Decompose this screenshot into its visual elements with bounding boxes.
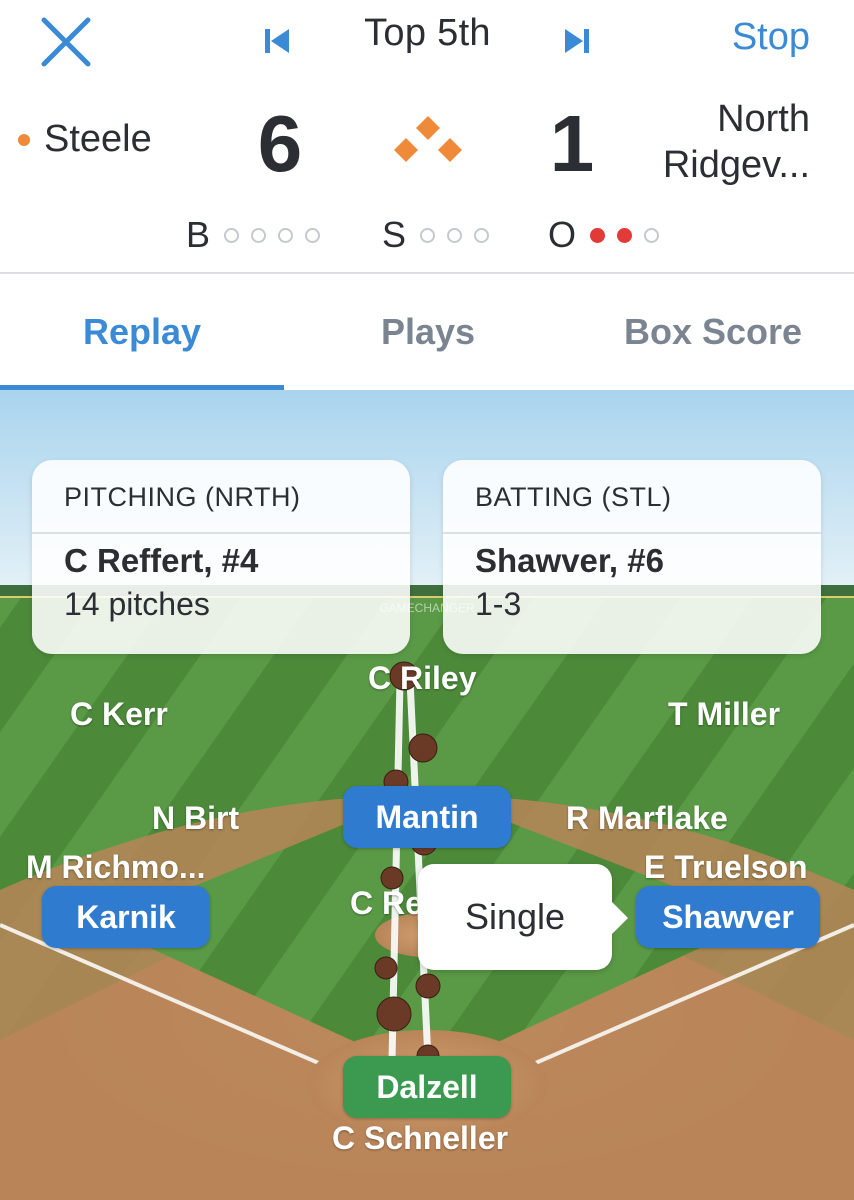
balls-label: B [186, 214, 211, 255]
previous-inning-icon[interactable] [262, 26, 292, 56]
strikes-count: S [382, 214, 495, 256]
bases-diamond-icon [394, 116, 462, 162]
fielder-pitcher: C Re [350, 885, 423, 921]
stop-button[interactable]: Stop [732, 16, 810, 59]
balls-count: B [186, 214, 326, 256]
divider [443, 532, 821, 534]
pitch-count: 14 pitches [64, 586, 210, 622]
batting-card-title: BATTING (STL) [475, 482, 672, 512]
outs-count: O [548, 214, 665, 256]
runner-third-base[interactable]: Karnik [42, 886, 210, 948]
fielder-left-field: C Kerr [70, 696, 168, 732]
ball-pip [224, 227, 240, 243]
runner-second-base[interactable]: Mantin [343, 786, 511, 848]
fielder-first-base: E Truelson [644, 849, 808, 885]
out-pip [617, 227, 633, 243]
close-icon[interactable] [38, 14, 94, 70]
batting-indicator-dot [18, 133, 30, 146]
scoreboard-header: Top 5th Stop Steele 6 1 North Ridgev... … [0, 0, 854, 274]
fielder-third-base: M Richmo... [26, 849, 206, 885]
ball-pip [278, 227, 294, 243]
home-team-name: Steele [44, 118, 152, 160]
fielder-second-base: R Marflake [566, 800, 728, 836]
tab-replay[interactable]: Replay [0, 274, 284, 390]
pitcher-name: C Reffert, #4 [64, 542, 259, 579]
strike-pip [474, 227, 490, 243]
away-team-name-line2: Ridgev... [662, 144, 810, 186]
strikes-label: S [382, 214, 407, 255]
play-result-bubble: Single [418, 864, 628, 970]
tab-box-score[interactable]: Box Score [572, 274, 854, 390]
home-team: Steele [18, 118, 152, 161]
next-inning-icon[interactable] [562, 26, 592, 56]
fielder-catcher: C Schneller [332, 1120, 509, 1156]
tab-plays[interactable]: Plays [284, 274, 572, 390]
batter-stat: 1-3 [475, 586, 522, 622]
fielder-shortstop: N Birt [152, 800, 240, 836]
pitching-card: PITCHING (NRTH) C Reffert, #4 14 pitches [32, 460, 410, 654]
away-score: 1 [549, 99, 595, 188]
bubble-tail [612, 902, 628, 934]
fielder-right-field: T Miller [668, 696, 781, 732]
ball-pip [251, 227, 267, 243]
out-pip [644, 227, 660, 243]
away-team: North Ridgev... [630, 96, 810, 188]
inning-label: Top 5th [364, 12, 491, 54]
play-result-text: Single [464, 896, 566, 937]
tab-bar: Replay Plays Box Score [0, 274, 854, 390]
out-pip [590, 227, 606, 243]
batting-card: BATTING (STL) Shawver, #6 1-3 [443, 460, 821, 654]
home-score: 6 [257, 99, 303, 188]
outs-label: O [548, 214, 577, 255]
strike-pip [420, 227, 436, 243]
away-team-name-line1: North [717, 98, 810, 140]
pitching-card-title: PITCHING (NRTH) [64, 482, 301, 512]
strike-pip [447, 227, 463, 243]
ball-pip [305, 227, 321, 243]
fielder-center-field: C Riley [368, 660, 477, 696]
batter-home-plate[interactable]: Dalzell [343, 1056, 511, 1118]
batter-name: Shawver, #6 [475, 542, 664, 579]
divider [32, 532, 410, 534]
runner-first-base[interactable]: Shawver [636, 886, 820, 948]
